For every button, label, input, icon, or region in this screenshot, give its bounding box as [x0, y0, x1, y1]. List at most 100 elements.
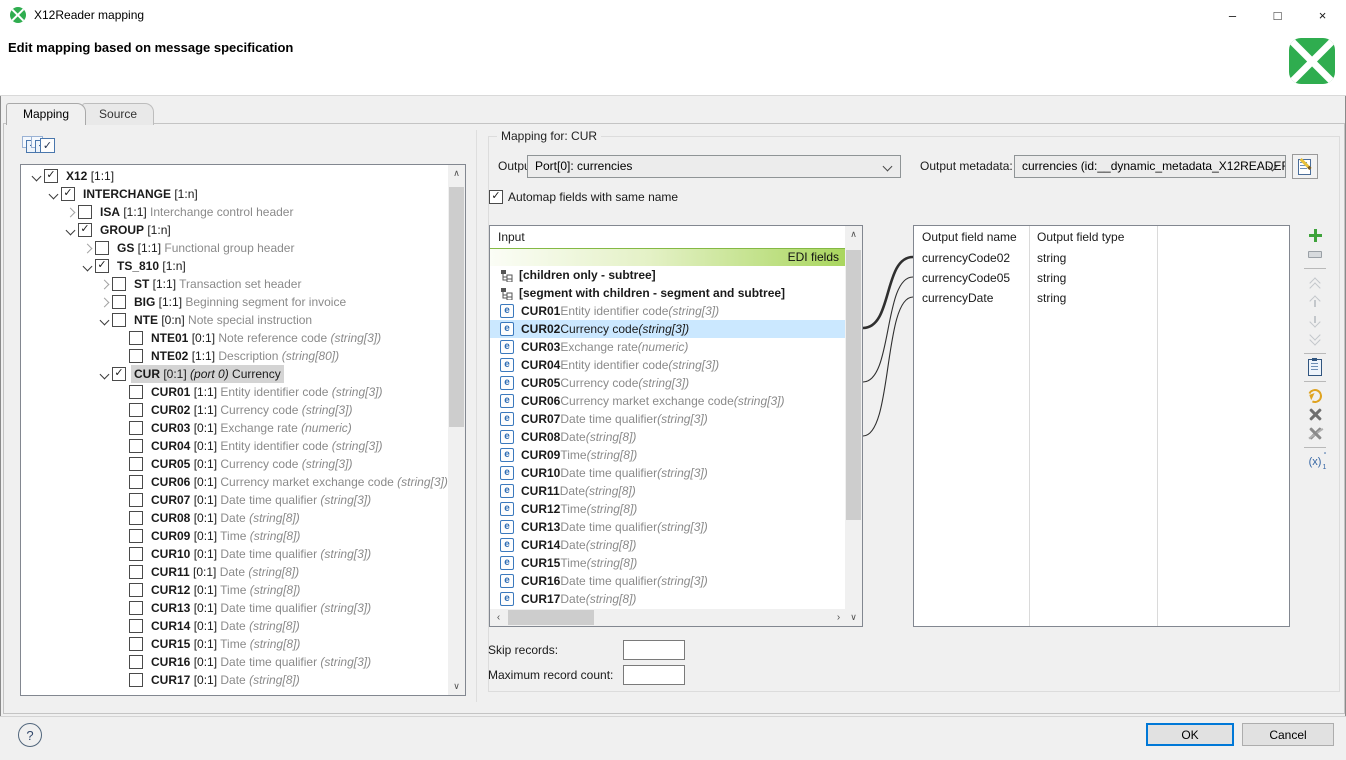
edit-metadata-button[interactable]: [1303, 358, 1327, 377]
input-row-cur03[interactable]: eCUR03 Exchange rate (numeric): [490, 338, 845, 356]
checkbox-icon[interactable]: [489, 190, 503, 204]
tree-row-cur04[interactable]: CUR04 [0:1] Entity identifier code (stri…: [21, 437, 448, 455]
input-row-cur13[interactable]: eCUR13 Date time qualifier (string[3]): [490, 518, 845, 536]
ok-button[interactable]: OK: [1146, 723, 1234, 746]
tree-row-cur09[interactable]: CUR09 [0:1] Time (string[8]): [21, 527, 448, 545]
tree-row-x12[interactable]: X12 [1:1]: [21, 167, 448, 185]
tree-row-cur02[interactable]: CUR02 [1:1] Currency code (string[3]): [21, 401, 448, 419]
output-row-currencycode05[interactable]: currencyCode05string: [914, 268, 1289, 288]
clear-all-mappings-button[interactable]: [1303, 424, 1327, 443]
tree-row-cur15[interactable]: CUR15 [0:1] Time (string[8]): [21, 635, 448, 653]
maximize-button[interactable]: □: [1255, 0, 1300, 30]
tree-checkbox[interactable]: [95, 259, 109, 273]
tree-checkbox[interactable]: [112, 367, 126, 381]
scrollbar-left-arrow[interactable]: ‹: [490, 609, 507, 626]
clear-mapping-button[interactable]: [1303, 405, 1327, 424]
tree-checkbox[interactable]: [61, 187, 75, 201]
tree-row-cur11[interactable]: CUR11 [0:1] Date (string[8]): [21, 563, 448, 581]
scrollbar-down-arrow[interactable]: ∨: [845, 609, 862, 626]
input-row-cur14[interactable]: eCUR14 Date (string[8]): [490, 536, 845, 554]
tree-collapse-arrow-icon[interactable]: [49, 189, 59, 199]
expression-button[interactable]: (x)°1: [1303, 452, 1327, 471]
tree-expand-arrow-icon[interactable]: [83, 243, 93, 253]
tree-checkbox[interactable]: [129, 511, 143, 525]
tree-checkbox[interactable]: [129, 349, 143, 363]
tree-checkbox[interactable]: [129, 583, 143, 597]
input-row-cur11[interactable]: eCUR11 Date (string[8]): [490, 482, 845, 500]
tree-checkbox[interactable]: [129, 475, 143, 489]
input-horizontal-scrollbar[interactable]: ‹ ›: [490, 609, 847, 626]
scrollbar-right-arrow[interactable]: ›: [830, 609, 847, 626]
input-row-cur15[interactable]: eCUR15 Time (string[8]): [490, 554, 845, 572]
input-row-cur05[interactable]: eCUR05 Currency code (string[3]): [490, 374, 845, 392]
tree-row-cur13[interactable]: CUR13 [0:1] Date time qualifier (string[…: [21, 599, 448, 617]
pane-divider[interactable]: [476, 130, 477, 702]
tree-row-ts_810[interactable]: TS_810 [1:n]: [21, 257, 448, 275]
automap-button[interactable]: [1303, 386, 1327, 405]
tree-checkbox[interactable]: [129, 619, 143, 633]
skip-records-input[interactable]: [623, 640, 685, 660]
tree-row-cur10[interactable]: CUR10 [0:1] Date time qualifier (string[…: [21, 545, 448, 563]
output-metadata-combobox[interactable]: currencies (id:__dynamic_metadata_X12REA…: [1014, 155, 1286, 178]
tree-row-nte01[interactable]: NTE01 [0:1] Note reference code (string[…: [21, 329, 448, 347]
tree-checkbox[interactable]: [112, 313, 126, 327]
edit-metadata-button[interactable]: [1292, 154, 1318, 179]
scrollbar-thumb[interactable]: [508, 610, 594, 625]
tab-mapping[interactable]: Mapping: [6, 103, 86, 125]
tree-checkbox[interactable]: [129, 457, 143, 471]
input-row-subtree[interactable]: [children only - subtree]: [490, 266, 845, 284]
close-button[interactable]: ×: [1300, 0, 1345, 30]
tree-checkbox[interactable]: [129, 493, 143, 507]
output-port-combobox[interactable]: Port[0]: currencies: [527, 155, 901, 178]
tree-checkbox[interactable]: [129, 403, 143, 417]
tree-checkbox[interactable]: [44, 169, 58, 183]
tree-row-nte[interactable]: NTE [0:n] Note special instruction: [21, 311, 448, 329]
tree-checkbox[interactable]: [129, 421, 143, 435]
tree-row-cur08[interactable]: CUR08 [0:1] Date (string[8]): [21, 509, 448, 527]
tree-checkbox[interactable]: [129, 547, 143, 561]
input-vertical-scrollbar[interactable]: ∧ ∨: [845, 226, 862, 626]
input-row-subtree[interactable]: [segment with children - segment and sub…: [490, 284, 845, 302]
tree-expand-arrow-icon[interactable]: [100, 297, 110, 307]
minimize-button[interactable]: –: [1210, 0, 1255, 30]
tree-row-cur14[interactable]: CUR14 [0:1] Date (string[8]): [21, 617, 448, 635]
tree-checkbox[interactable]: [129, 673, 143, 687]
tree-row-cur05[interactable]: CUR05 [0:1] Currency code (string[3]): [21, 455, 448, 473]
add-field-button[interactable]: [1303, 226, 1327, 245]
column-header-type[interactable]: Output field type: [1037, 226, 1124, 248]
help-button[interactable]: ?: [18, 723, 42, 747]
tree-expand-arrow-icon[interactable]: [100, 279, 110, 289]
input-row-cur06[interactable]: eCUR06 Currency market exchange code (st…: [490, 392, 845, 410]
tree-checkbox[interactable]: [129, 637, 143, 651]
max-record-count-input[interactable]: [623, 665, 685, 685]
tree-row-cur03[interactable]: CUR03 [0:1] Exchange rate (numeric): [21, 419, 448, 437]
tree-checkbox[interactable]: [95, 241, 109, 255]
output-row-currencycode02[interactable]: currencyCode02string: [914, 248, 1289, 268]
tree-row-interchange[interactable]: INTERCHANGE [1:n]: [21, 185, 448, 203]
tab-source[interactable]: Source: [82, 103, 154, 125]
tree-row-cur[interactable]: CUR [0:1] (port 0) Currency: [21, 365, 448, 383]
checked-checkbox-icon[interactable]: ✓: [40, 138, 55, 153]
check-selection-button[interactable]: ✓: [40, 136, 55, 153]
tree-row-cur07[interactable]: CUR07 [0:1] Date time qualifier (string[…: [21, 491, 448, 509]
tree-checkbox[interactable]: [78, 223, 92, 237]
tree-collapse-arrow-icon[interactable]: [83, 261, 93, 271]
input-row-cur16[interactable]: eCUR16 Date time qualifier (string[3]): [490, 572, 845, 590]
column-header-name[interactable]: Output field name: [922, 226, 1017, 248]
scrollbar-up-arrow[interactable]: ∧: [448, 165, 465, 182]
tree-checkbox[interactable]: [78, 205, 92, 219]
tree-checkbox[interactable]: [112, 295, 126, 309]
tree-checkbox[interactable]: [129, 655, 143, 669]
input-row-cur09[interactable]: eCUR09 Time (string[8]): [490, 446, 845, 464]
tree-collapse-arrow-icon[interactable]: [100, 369, 110, 379]
tree-row-cur17[interactable]: CUR17 [0:1] Date (string[8]): [21, 671, 448, 689]
input-row-cur12[interactable]: eCUR12 Time (string[8]): [490, 500, 845, 518]
tree-collapse-arrow-icon[interactable]: [66, 225, 76, 235]
tree-expand-arrow-icon[interactable]: [66, 207, 76, 217]
scrollbar-down-arrow[interactable]: ∨: [448, 678, 465, 695]
titlebar[interactable]: X12Reader mapping –□×: [0, 0, 1346, 30]
tree-checkbox[interactable]: [129, 385, 143, 399]
tree-row-isa[interactable]: ISA [1:1] Interchange control header: [21, 203, 448, 221]
tree-checkbox[interactable]: [129, 439, 143, 453]
tree-row-group[interactable]: GROUP [1:n]: [21, 221, 448, 239]
